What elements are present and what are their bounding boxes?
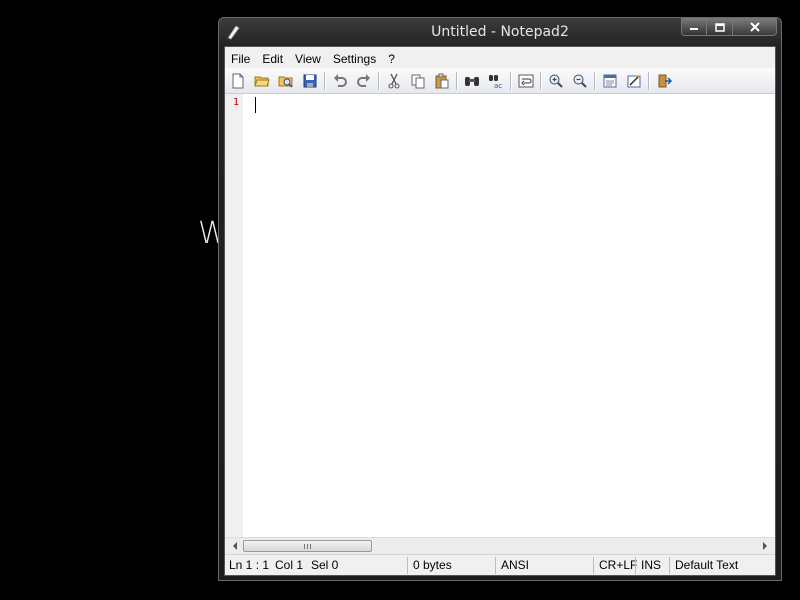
minimize-icon	[690, 28, 698, 30]
new-file-icon	[232, 73, 244, 88]
status-column: Col 1	[275, 558, 304, 572]
replace-icon: ac	[489, 74, 502, 89]
status-selection: Sel 0	[311, 558, 339, 572]
undo-button[interactable]	[329, 70, 351, 92]
scroll-right-button[interactable]	[757, 538, 773, 554]
scheme-button[interactable]	[599, 70, 621, 92]
arrow-right-icon	[763, 542, 767, 550]
status-divider	[593, 557, 594, 574]
new-button[interactable]	[227, 70, 249, 92]
exit-icon	[658, 74, 672, 87]
grip-icon	[307, 543, 308, 549]
menu-edit[interactable]: Edit	[256, 50, 289, 66]
editor-area[interactable]: 1	[225, 94, 775, 537]
customize-scheme-icon	[627, 74, 641, 87]
word-wrap-icon	[518, 74, 534, 87]
client-area: File Edit View Settings ? ac 1 Ln 1: 1 …	[224, 46, 776, 576]
status-divider	[495, 557, 496, 574]
menu-view[interactable]: View	[289, 50, 327, 66]
cut-icon	[388, 73, 400, 88]
paste-button[interactable]	[431, 70, 453, 92]
scheme-icon	[603, 74, 617, 87]
exit-button[interactable]	[653, 70, 675, 92]
save-icon	[303, 74, 317, 87]
maximize-button[interactable]	[707, 18, 733, 36]
maximize-icon	[714, 22, 725, 32]
line-number-gutter: 1	[225, 94, 243, 537]
notepad2-window: Untitled - Notepad2 File Edit View Setti…	[218, 17, 782, 581]
toolbar-separator	[324, 71, 326, 90]
caption-buttons	[681, 18, 777, 36]
browse-icon	[278, 76, 293, 88]
status-divider	[669, 557, 670, 574]
title-bar[interactable]: Untitled - Notepad2	[219, 18, 781, 46]
status-line-ending[interactable]: CR+LF	[595, 555, 637, 575]
toolbar-separator	[594, 71, 596, 90]
toolbar-separator	[510, 71, 512, 90]
customize-scheme-button[interactable]	[623, 70, 645, 92]
minimize-button[interactable]	[681, 18, 707, 36]
status-line-position: Ln 1 : 1	[229, 558, 270, 572]
zoom-in-icon	[549, 74, 563, 88]
open-button[interactable]	[251, 70, 273, 92]
scrollbar-thumb[interactable]	[243, 540, 372, 552]
copy-icon	[411, 74, 425, 88]
menu-help[interactable]: ?	[382, 50, 401, 66]
line-number: 1	[232, 97, 239, 108]
status-scheme[interactable]: Default Text	[671, 555, 738, 575]
close-button[interactable]	[733, 18, 777, 36]
status-insert-mode[interactable]: INS	[637, 555, 661, 575]
scroll-left-button[interactable]	[227, 538, 243, 554]
find-button[interactable]	[461, 70, 483, 92]
close-icon	[749, 22, 760, 32]
horizontal-scrollbar[interactable]	[225, 537, 775, 554]
status-file-size: 0 bytes	[413, 558, 452, 572]
toolbar: ac	[225, 68, 775, 94]
svg-text:ac: ac	[494, 82, 502, 89]
save-button[interactable]	[299, 70, 321, 92]
paste-icon	[435, 73, 449, 88]
open-folder-icon	[254, 76, 270, 86]
toolbar-separator	[378, 71, 380, 90]
status-divider	[635, 557, 636, 574]
menu-bar: File Edit View Settings ?	[225, 47, 775, 68]
redo-button[interactable]	[353, 70, 375, 92]
redo-icon	[357, 73, 370, 87]
replace-button[interactable]: ac	[485, 70, 507, 92]
arrow-left-icon	[233, 542, 237, 550]
toolbar-separator	[456, 71, 458, 90]
zoom-out-icon	[573, 74, 587, 88]
status-divider	[407, 557, 408, 574]
word-wrap-button[interactable]	[515, 70, 537, 92]
toolbar-separator	[540, 71, 542, 90]
menu-settings[interactable]: Settings	[327, 50, 382, 66]
toolbar-separator	[648, 71, 650, 90]
status-encoding[interactable]: ANSI	[497, 555, 529, 575]
grip-icon	[304, 543, 305, 549]
text-caret	[255, 97, 256, 113]
undo-icon	[334, 73, 347, 87]
status-bar: Ln 1 : 1 Col 1 Sel 0 0 bytes ANSI CR+LF …	[225, 554, 775, 575]
zoom-out-button[interactable]	[569, 70, 591, 92]
zoom-in-button[interactable]	[545, 70, 567, 92]
browse-button[interactable]	[275, 70, 297, 92]
find-icon	[465, 76, 479, 86]
cut-button[interactable]	[383, 70, 405, 92]
menu-file[interactable]: File	[225, 50, 256, 66]
copy-button[interactable]	[407, 70, 429, 92]
grip-icon	[310, 543, 311, 549]
